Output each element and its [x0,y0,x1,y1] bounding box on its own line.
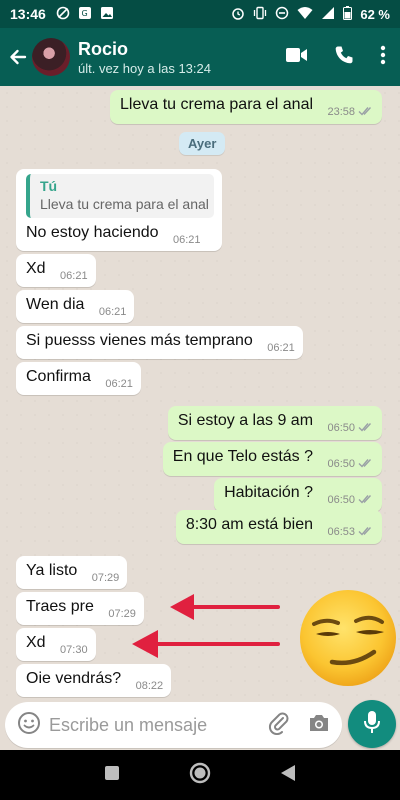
message-time: 08:22 [135,680,164,692]
dnd-slash-icon [56,6,70,23]
message-time: 06:21 [60,270,88,282]
message-text: Si puesss vienes más temprano [26,332,253,349]
message-incoming-reply[interactable]: Tú Lleva tu crema para el anal No estoy … [16,169,222,251]
home-circle-icon[interactable] [189,762,211,789]
message-text: Xd [26,634,46,651]
message-text: 8:30 am está bien [185,516,314,533]
vibrate-icon [253,6,267,23]
signal-icon [321,6,335,23]
message-incoming[interactable]: Oie vendrás? 08:22 [16,664,172,697]
red-arrow-icon [170,594,280,620]
message-outgoing[interactable]: Habitación ? 06:50 [214,478,382,512]
message-outgoing[interactable]: 8:30 am está bien 06:53 [175,510,382,544]
message-incoming[interactable]: Xd 07:30 [16,628,96,661]
microphone-icon [363,710,381,739]
message-outgoing[interactable]: En que Telo estás ? 06:50 [162,442,382,476]
last-seen: últ. vez hoy a las 13:24 [78,60,211,76]
svg-text:G: G [81,9,87,18]
back-triangle-icon[interactable] [280,764,296,787]
battery-icon [343,5,353,23]
message-text: En que Telo estás ? [172,448,314,465]
message-incoming[interactable]: Si puesss vienes más temprano 06:21 [16,326,303,359]
back-arrow-icon[interactable] [6,45,30,69]
status-icons-left: G [56,6,114,23]
composer [0,698,400,750]
system-nav-bar [0,750,400,800]
header-actions [286,45,400,70]
smirking-face-emoji-icon [300,590,396,686]
double-check-icon [358,494,374,507]
contact-info[interactable]: Rocio últ. vez hoy a las 13:24 [78,39,211,76]
double-check-icon [358,526,374,539]
image-icon [100,6,114,23]
message-outgoing[interactable]: Si estoy a las 9 am 06:50 [167,406,382,440]
double-check-icon [358,422,374,435]
message-input[interactable] [49,714,268,736]
message-text: Confirma [26,368,91,385]
message-time: 23:58 [327,106,355,118]
message-incoming[interactable]: Ya listo 07:29 [16,556,128,589]
camera-icon[interactable] [308,713,330,738]
message-text: Ya listo [26,562,78,579]
message-text: Wen dia [26,296,85,313]
message-incoming[interactable]: Wen dia 06:21 [16,290,135,323]
message-text: Si estoy a las 9 am [177,412,314,429]
message-time: 06:21 [267,342,295,354]
double-check-icon [358,458,374,471]
chat-area[interactable]: Lleva tu crema para el anal 23:58 Ayer T… [0,86,400,698]
message-text: Lleva tu crema para el anal [120,96,314,113]
message-time: 06:21 [105,378,133,390]
message-time: 06:50 [327,422,355,434]
message-text: Oie vendrás? [26,670,122,687]
translate-icon: G [78,6,92,23]
message-time: 07:30 [60,644,88,656]
more-options-icon[interactable] [380,45,386,70]
message-incoming[interactable]: Traes pre 07:29 [16,592,144,625]
minus-circle-icon [275,6,289,23]
quote-author: Tú [40,178,58,194]
message-text: No estoy haciendo [26,224,159,241]
alarm-icon [231,6,245,23]
wifi-icon [297,6,313,23]
battery-percent: 62 % [360,6,390,22]
red-arrow-icon [132,630,280,658]
chat-header: Rocio últ. vez hoy a las 13:24 [0,28,400,86]
double-check-icon [358,106,374,119]
message-time: 06:53 [327,526,355,538]
message-outgoing[interactable]: Lleva tu crema para el anal 23:58 [110,90,382,124]
attach-paperclip-icon[interactable] [268,711,290,740]
message-incoming[interactable]: Xd 06:21 [16,254,96,287]
message-incoming[interactable]: Confirma 06:21 [16,362,141,395]
video-call-icon[interactable] [286,47,308,68]
emoji-icon[interactable] [17,711,41,740]
day-separator: Ayer [179,132,226,155]
message-time: 07:29 [108,608,136,620]
recents-square-icon[interactable] [104,765,120,786]
quote-text: Lleva tu crema para el anal [40,196,209,212]
message-time: 06:50 [327,494,355,506]
status-icons-right: 62 % [231,5,390,23]
avatar[interactable] [32,38,70,76]
voice-call-icon[interactable] [334,45,354,70]
contact-name: Rocio [78,38,129,59]
message-time: 06:21 [98,306,127,318]
status-bar: 13:46 G 62 % [0,0,400,28]
message-time: 06:21 [172,234,201,246]
message-time: 07:29 [91,572,120,584]
voice-record-button[interactable] [348,700,396,748]
status-time: 13:46 [10,6,46,22]
quoted-message[interactable]: Tú Lleva tu crema para el anal [26,174,214,218]
message-time: 06:50 [327,458,355,470]
message-text: Traes pre [26,598,94,615]
message-text: Xd [26,260,46,277]
message-text: Habitación ? [224,484,314,501]
message-input-box[interactable] [5,702,342,748]
